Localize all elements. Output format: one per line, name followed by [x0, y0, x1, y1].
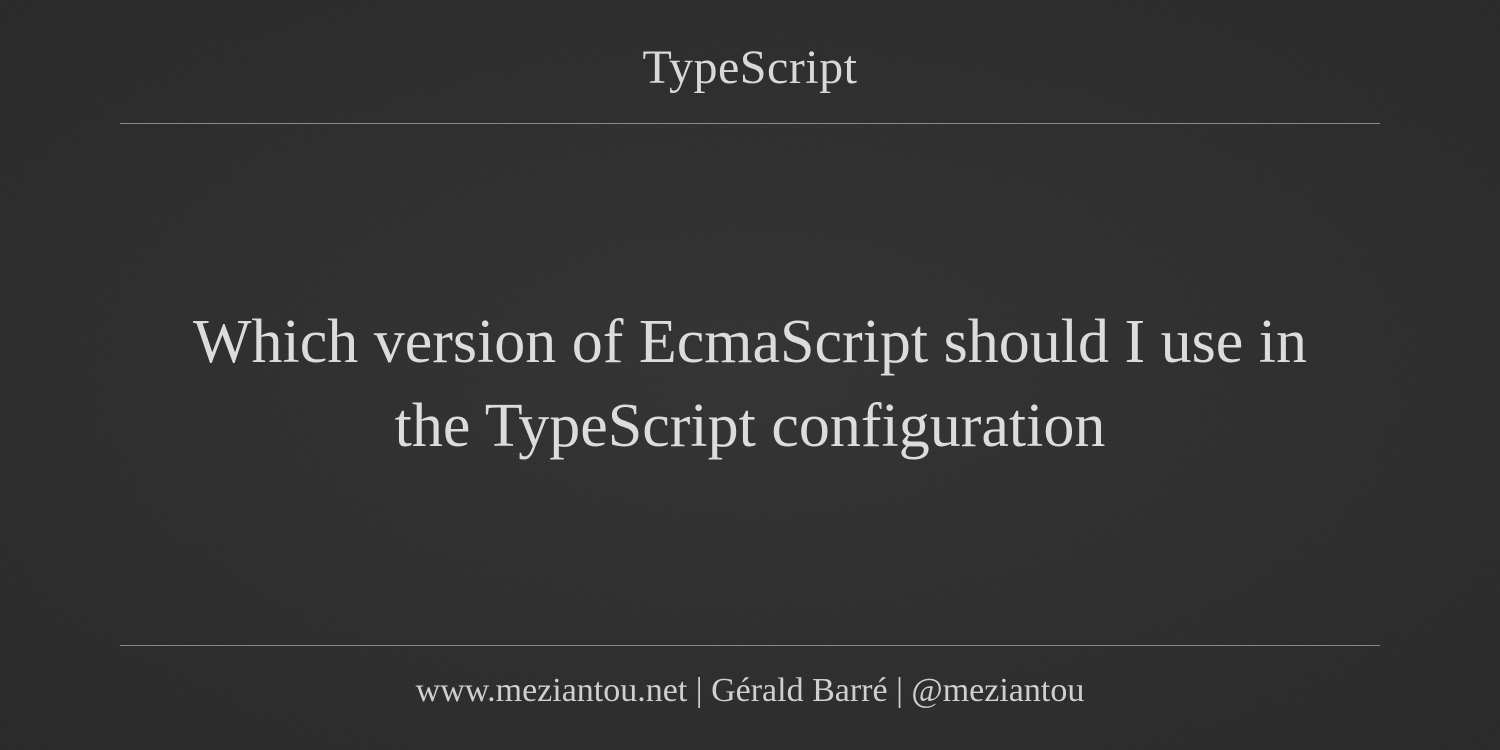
slide-main: Which version of EcmaScript should I use… [120, 124, 1380, 645]
slide-header: TypeScript [120, 40, 1380, 123]
slide-card: TypeScript Which version of EcmaScript s… [0, 0, 1500, 750]
footer-text: www.meziantou.net | Gérald Barré | @mezi… [120, 672, 1380, 710]
slide-title: Which version of EcmaScript should I use… [160, 301, 1340, 468]
slide-footer: www.meziantou.net | Gérald Barré | @mezi… [120, 646, 1380, 720]
category-label: TypeScript [120, 40, 1380, 95]
